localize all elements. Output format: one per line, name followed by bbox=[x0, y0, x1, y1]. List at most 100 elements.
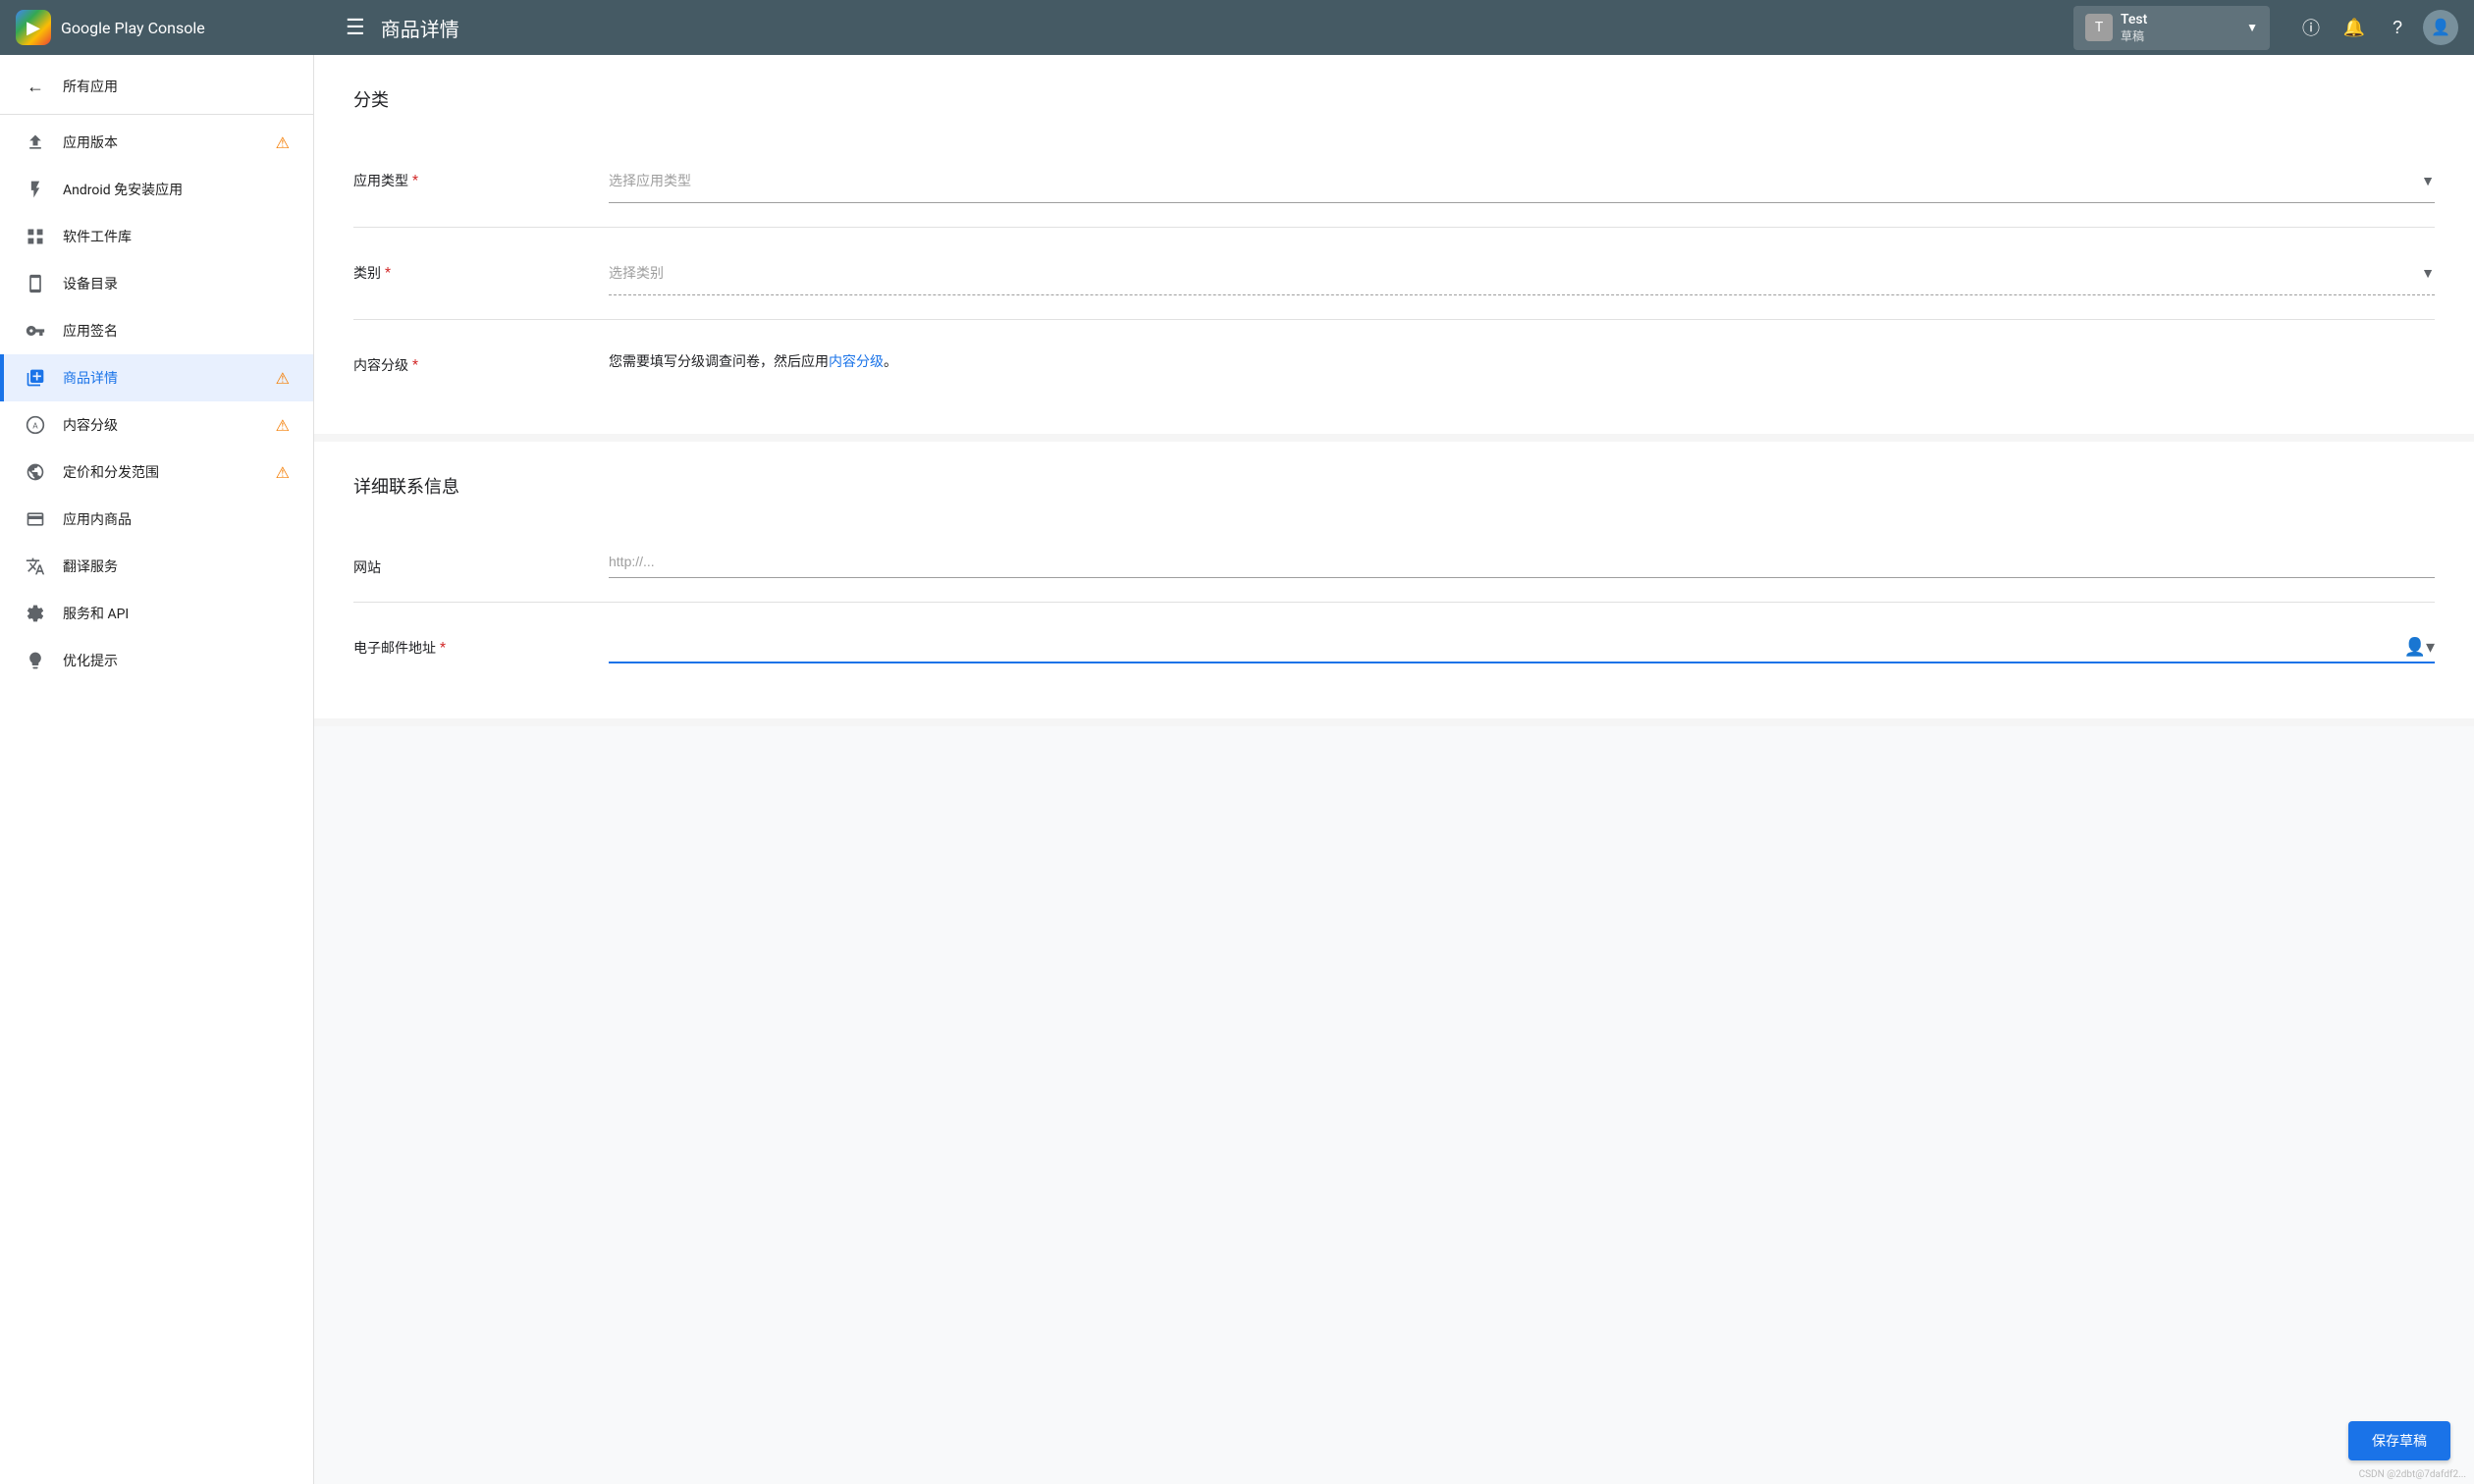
sidebar-item-optimize[interactable]: 优化提示 bbox=[0, 637, 313, 684]
back-icon: ← bbox=[24, 75, 47, 98]
category-select[interactable]: 选择类别 ▼ bbox=[609, 251, 2435, 295]
sidebar-label: 应用签名 bbox=[63, 321, 290, 341]
help-button[interactable]: ? bbox=[2380, 10, 2415, 45]
content-rating-control: 您需要填写分级调查问卷，然后应用内容分级。 bbox=[609, 344, 2435, 379]
app-selector-info: Test 草稿 bbox=[2121, 12, 2238, 44]
sidebar-label: 内容分级 bbox=[63, 415, 260, 435]
globe-icon bbox=[24, 460, 47, 484]
warning-icon: ⚠ bbox=[276, 416, 290, 435]
person-icon[interactable]: 👤▾ bbox=[2404, 637, 2435, 658]
save-button-wrapper: 保存草稿 bbox=[2348, 1421, 2450, 1460]
sidebar-label: Android 免安装应用 bbox=[63, 180, 290, 199]
menu-icon[interactable]: ☰ bbox=[346, 16, 365, 40]
website-label: 网站 bbox=[353, 546, 609, 577]
email-control: 👤▾ bbox=[609, 626, 2435, 663]
required-mark: * bbox=[385, 265, 391, 281]
watermark: CSDN @2dbt@7dafdf2... bbox=[2359, 1469, 2466, 1480]
app-name: Test bbox=[2121, 12, 2238, 27]
logo-area: ▶ Google Play Console bbox=[16, 10, 330, 45]
required-mark: * bbox=[412, 173, 418, 188]
app-status: 草稿 bbox=[2121, 27, 2238, 44]
sidebar-item-services-api[interactable]: 服务和 API bbox=[0, 590, 313, 637]
save-draft-button[interactable]: 保存草稿 bbox=[2348, 1421, 2450, 1460]
sidebar-item-app-signing[interactable]: 应用签名 bbox=[0, 307, 313, 354]
info-button[interactable]: ⓘ bbox=[2293, 10, 2329, 45]
email-row: 电子邮件地址 * 👤▾ bbox=[353, 603, 2435, 687]
app-icon: T bbox=[2085, 14, 2113, 41]
content-rating-label: 内容分级 * bbox=[353, 344, 609, 375]
website-control bbox=[609, 546, 2435, 578]
app-type-control: 选择应用类型 ▼ bbox=[609, 159, 2435, 203]
category-placeholder: 选择类别 bbox=[609, 259, 2421, 287]
notification-button[interactable]: 🔔 bbox=[2337, 10, 2372, 45]
avatar-button[interactable]: 👤 bbox=[2423, 10, 2458, 45]
category-row: 类别 * 选择类别 ▼ bbox=[353, 228, 2435, 320]
warning-icon: ⚠ bbox=[276, 369, 290, 388]
sidebar: ← 所有应用 应用版本 ⚠ Android 免安装应用 软件工件库 bbox=[0, 55, 314, 1484]
sidebar-label: 应用版本 bbox=[63, 132, 260, 152]
top-header: ▶ Google Play Console ☰ 商品详情 T Test 草稿 ▼… bbox=[0, 0, 2474, 55]
content-rating-text: 您需要填写分级调查问卷，然后应用内容分级。 bbox=[609, 344, 2435, 379]
header-actions: ⓘ 🔔 ? 👤 bbox=[2293, 10, 2458, 45]
required-mark: * bbox=[440, 640, 446, 656]
dropdown-arrow-icon: ▼ bbox=[2421, 265, 2435, 282]
warning-icon: ⚠ bbox=[276, 133, 290, 152]
logo-text: Google Play Console bbox=[61, 19, 205, 37]
website-row: 网站 bbox=[353, 522, 2435, 603]
sidebar-label: 翻译服务 bbox=[63, 556, 290, 576]
category-label: 类别 * bbox=[353, 251, 609, 283]
content-area: 分类 应用类型 * 选择应用类型 ▼ 类别 * bbox=[314, 55, 2474, 1484]
sidebar-item-all-apps[interactable]: ← 所有应用 bbox=[0, 63, 313, 110]
sidebar-item-software-lib[interactable]: 软件工件库 bbox=[0, 213, 313, 260]
warning-icon: ⚠ bbox=[276, 463, 290, 482]
website-input[interactable] bbox=[609, 546, 2435, 578]
app-type-placeholder: 选择应用类型 bbox=[609, 167, 2421, 194]
category-control: 选择类别 ▼ bbox=[609, 251, 2435, 295]
device-icon bbox=[24, 272, 47, 295]
instant-icon bbox=[24, 178, 47, 201]
classification-section: 分类 应用类型 * 选择应用类型 ▼ 类别 * bbox=[314, 55, 2474, 442]
contact-section: 详细联系信息 网站 电子邮件地址 * 👤▾ bbox=[314, 442, 2474, 726]
sidebar-item-content-rating[interactable]: A 内容分级 ⚠ bbox=[0, 401, 313, 449]
grid-icon bbox=[24, 225, 47, 248]
sidebar-item-android-instant[interactable]: Android 免安装应用 bbox=[0, 166, 313, 213]
svg-text:A: A bbox=[32, 421, 38, 431]
required-mark: * bbox=[412, 357, 418, 373]
app-type-select[interactable]: 选择应用类型 ▼ bbox=[609, 159, 2435, 203]
lightbulb-icon bbox=[24, 649, 47, 672]
content-rating-link[interactable]: 内容分级 bbox=[829, 354, 884, 370]
google-play-logo: ▶ bbox=[16, 10, 51, 45]
sidebar-label: 优化提示 bbox=[63, 651, 290, 670]
main-layout: ← 所有应用 应用版本 ⚠ Android 免安装应用 软件工件库 bbox=[0, 55, 2474, 1484]
sidebar-label: 定价和分发范围 bbox=[63, 462, 260, 482]
app-type-row: 应用类型 * 选择应用类型 ▼ bbox=[353, 135, 2435, 228]
sidebar-item-store-listing[interactable]: 商品详情 ⚠ bbox=[0, 354, 313, 401]
sidebar-item-device-catalog[interactable]: 设备目录 bbox=[0, 260, 313, 307]
page-title: 商品详情 bbox=[381, 14, 459, 42]
classification-title: 分类 bbox=[353, 86, 2435, 112]
chevron-down-icon: ▼ bbox=[2246, 21, 2258, 34]
sidebar-label: 商品详情 bbox=[63, 368, 260, 388]
app-selector[interactable]: T Test 草稿 ▼ bbox=[2073, 6, 2270, 50]
email-input[interactable] bbox=[609, 626, 2404, 658]
store-icon bbox=[24, 366, 47, 390]
header-center: ☰ 商品详情 T Test 草稿 ▼ ⓘ 🔔 ? 👤 bbox=[330, 6, 2458, 50]
sidebar-item-pricing[interactable]: 定价和分发范围 ⚠ bbox=[0, 449, 313, 496]
rating-icon: A bbox=[24, 413, 47, 437]
api-icon bbox=[24, 602, 47, 625]
sidebar-item-app-version[interactable]: 应用版本 ⚠ bbox=[0, 119, 313, 166]
sidebar-item-translation[interactable]: 翻译服务 bbox=[0, 543, 313, 590]
sidebar-label: 所有应用 bbox=[63, 77, 290, 96]
sidebar-item-in-app-products[interactable]: 应用内商品 bbox=[0, 496, 313, 543]
app-type-label: 应用类型 * bbox=[353, 159, 609, 190]
email-input-wrapper: 👤▾ bbox=[609, 626, 2435, 663]
translate-icon bbox=[24, 555, 47, 578]
contact-title: 详细联系信息 bbox=[353, 473, 2435, 499]
key-icon bbox=[24, 319, 47, 343]
upload-icon bbox=[24, 131, 47, 154]
sidebar-label: 设备目录 bbox=[63, 274, 290, 293]
sidebar-label: 软件工件库 bbox=[63, 227, 290, 246]
email-label: 电子邮件地址 * bbox=[353, 626, 609, 658]
sidebar-label: 应用内商品 bbox=[63, 509, 290, 529]
sidebar-divider bbox=[0, 114, 313, 115]
